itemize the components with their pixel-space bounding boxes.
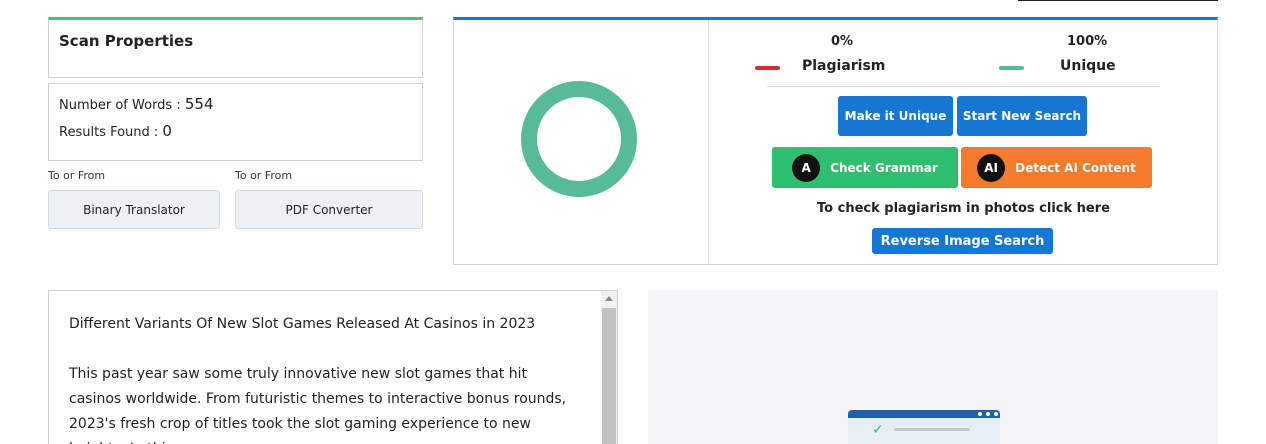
result-vertical-divider [708, 20, 709, 264]
browser-window-illustration: ✓ [848, 410, 1000, 444]
pdf-converter-caption: To or From [235, 169, 293, 182]
photo-plagiarism-text: To check plagiarism in photos click here [817, 201, 1110, 216]
unique-legend-swatch [999, 66, 1024, 70]
unique-percent: 100% [1067, 34, 1108, 49]
scan-properties-panel: Scan Properties [48, 17, 423, 78]
check-grammar-button[interactable]: A Check Grammar [772, 147, 958, 188]
word-count-row: Number of Words : 554 [59, 95, 412, 113]
binary-translator-button[interactable]: Binary Translator [48, 190, 220, 229]
results-found-value: 0 [162, 122, 172, 140]
reverse-image-search-button[interactable]: Reverse Image Search [872, 228, 1053, 254]
grammar-check-icon: A [792, 153, 821, 182]
plagiarism-percent: 0% [831, 34, 854, 49]
result-horizontal-divider [767, 86, 1159, 87]
checkmark-icon: ✓ [872, 422, 884, 438]
text-line-placeholder [894, 428, 970, 431]
detect-ai-content-label: Detect AI Content [1015, 160, 1136, 175]
top-divider-line [1018, 0, 1218, 1]
start-new-search-button[interactable]: Start New Search [957, 96, 1087, 136]
illustration-panel: ✓ [648, 290, 1218, 444]
input-text-area[interactable]: Different Variants Of New Slot Games Rel… [48, 290, 618, 444]
scroll-up-arrow-icon[interactable] [605, 296, 613, 301]
window-dot-icon [986, 412, 990, 416]
input-text-content: Different Variants Of New Slot Games Rel… [49, 291, 617, 444]
document-title: Different Variants Of New Slot Games Rel… [69, 316, 536, 332]
donut-unique-ring [521, 81, 637, 197]
check-grammar-label: Check Grammar [830, 160, 938, 175]
word-count-value: 554 [184, 95, 214, 113]
ai-detector-icon: AI [977, 153, 1006, 182]
binary-translator-caption: To or From [48, 169, 106, 182]
pdf-converter-button[interactable]: PDF Converter [235, 190, 423, 229]
results-found-row: Results Found : 0 [59, 122, 412, 140]
unique-legend-label: Unique [1060, 58, 1116, 74]
window-dot-icon [978, 412, 982, 416]
document-body: This past year saw some truly innovative… [69, 366, 567, 444]
detect-ai-content-button[interactable]: AI Detect AI Content [961, 147, 1152, 188]
browser-title-bar [848, 410, 1000, 418]
uniqueness-donut-chart [521, 81, 637, 197]
results-found-label: Results Found : [59, 125, 163, 140]
scan-properties-title: Scan Properties [59, 32, 194, 50]
word-count-label: Number of Words : [59, 98, 185, 113]
make-it-unique-button[interactable]: Make it Unique [838, 96, 953, 136]
text-area-scrollbar[interactable] [601, 291, 617, 444]
scan-stats-panel: Number of Words : 554 Results Found : 0 [48, 83, 423, 161]
window-dot-icon [994, 412, 998, 416]
result-panel: 0% 100% Plagiarism Unique Make it Unique… [453, 17, 1218, 265]
scrollbar-thumb[interactable] [602, 308, 616, 444]
plagiarism-legend-swatch [755, 66, 780, 70]
plagiarism-legend-label: Plagiarism [802, 58, 886, 74]
